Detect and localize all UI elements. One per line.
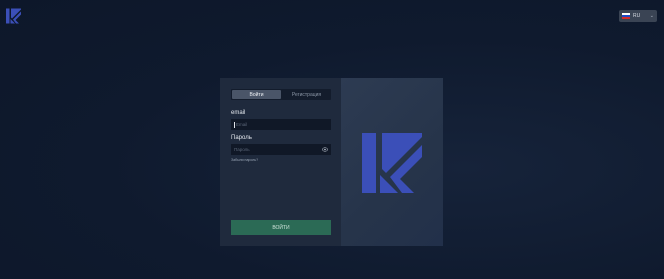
forgot-password-link[interactable]: Забыли пароль? — [231, 158, 258, 162]
auth-panel: Войти Регистрация email Email Пароль Пар… — [220, 78, 443, 246]
language-select[interactable]: RU ⌄ — [619, 10, 657, 22]
password-label: Пароль — [231, 135, 252, 141]
russia-flag-icon — [622, 13, 630, 19]
email-field[interactable]: Email — [231, 119, 331, 130]
language-label: RU — [633, 13, 641, 19]
eye-icon[interactable] — [322, 147, 328, 152]
tab-register[interactable]: Регистрация — [282, 89, 331, 100]
auth-tabs: Войти Регистрация — [231, 89, 331, 100]
brand-panel — [341, 78, 443, 246]
tab-login[interactable]: Войти — [232, 90, 281, 99]
login-form: Войти Регистрация email Email Пароль Пар… — [220, 78, 341, 246]
password-field[interactable]: Пароль — [231, 144, 331, 155]
k-logo-icon — [362, 133, 422, 193]
chevron-down-icon: ⌄ — [649, 13, 654, 19]
k-logo-icon[interactable] — [6, 8, 21, 24]
email-label: email — [231, 110, 246, 116]
login-button[interactable]: ВОЙТИ — [231, 220, 331, 235]
